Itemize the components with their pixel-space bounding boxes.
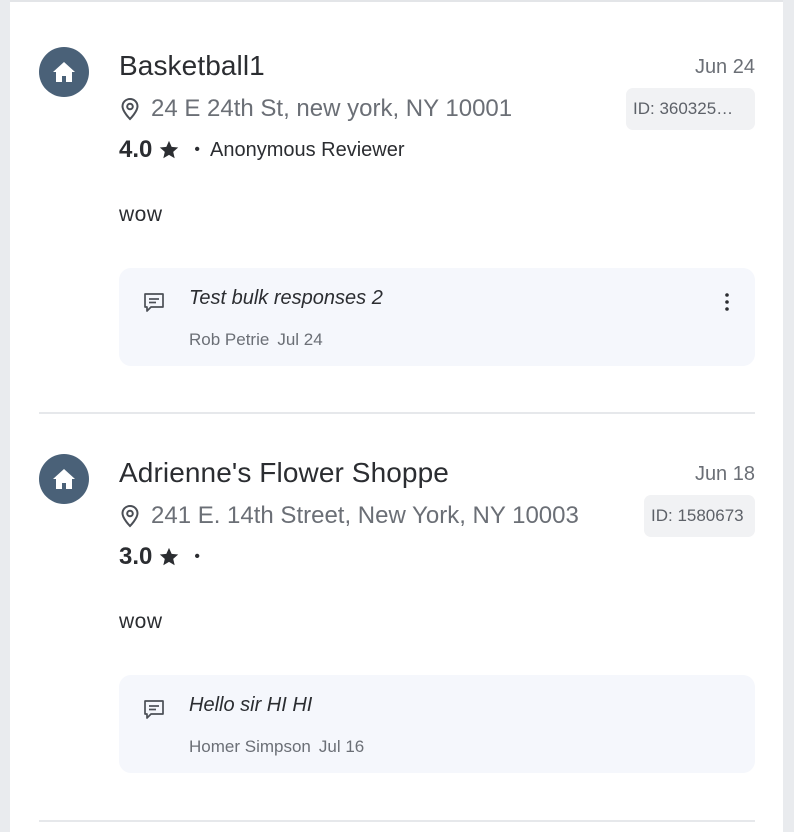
separator-dot: •: [194, 548, 200, 565]
rating-value: 3.0: [119, 543, 153, 570]
review-card: Adrienne's Flower Shoppe Jun 18 241 E. 1…: [10, 414, 783, 820]
response-box: Hello sir HI HI Homer Simpson Jul 16: [119, 675, 755, 773]
location-pin-icon: [121, 504, 139, 528]
review-date: Jun 24: [694, 56, 755, 78]
response-author: Rob Petrie: [189, 330, 270, 349]
comment-icon: [142, 698, 166, 727]
response-text: Hello sir HI HI: [189, 694, 313, 716]
response-meta: Rob Petrie Jul 24: [189, 330, 323, 350]
home-icon: [53, 469, 75, 489]
separator-dot: •: [194, 141, 200, 158]
star-icon: [158, 546, 180, 568]
business-avatar: [39, 47, 89, 97]
response-text: Test bulk responses 2: [189, 287, 383, 309]
response-meta: Homer Simpson Jul 16: [189, 737, 364, 757]
id-text: ID: 360325…: [633, 99, 734, 118]
location-pin-icon: [121, 97, 139, 121]
response-box: Test bulk responses 2 Rob Petrie Jul 24: [119, 268, 755, 366]
response-author: Homer Simpson: [189, 737, 311, 756]
comment-icon: [142, 291, 166, 320]
id-text: ID: 1580673: [651, 506, 744, 525]
divider: [39, 820, 755, 822]
reviews-panel: Basketball1 Jun 24 24 E 24th St, new yor…: [10, 0, 783, 832]
address-text: 24 E 24th St, new york, NY 10001: [151, 95, 513, 122]
kebab-menu-icon[interactable]: [717, 290, 737, 314]
review-text: wow: [119, 203, 163, 226]
id-badge[interactable]: ID: 1580673: [644, 495, 755, 537]
rating-row: 3.0 •: [119, 543, 210, 571]
business-name[interactable]: Adrienne's Flower Shoppe: [119, 457, 449, 489]
business-name[interactable]: Basketball1: [119, 50, 265, 82]
business-address: 24 E 24th St, new york, NY 10001: [119, 95, 512, 123]
review-text: wow: [119, 610, 163, 633]
business-address: 241 E. 14th Street, New York, NY 10003: [119, 502, 579, 530]
review-date: Jun 18: [694, 463, 755, 485]
response-date: Jul 24: [277, 330, 323, 349]
response-date: Jul 16: [318, 737, 365, 756]
home-icon: [53, 62, 75, 82]
rating-row: 4.0 • Anonymous Reviewer: [119, 136, 405, 164]
review-card: Basketball1 Jun 24 24 E 24th St, new yor…: [10, 2, 783, 414]
reviewer-name: Anonymous Reviewer: [209, 138, 405, 161]
business-avatar: [39, 454, 89, 504]
star-icon: [158, 139, 180, 161]
address-text: 241 E. 14th Street, New York, NY 10003: [151, 502, 579, 529]
id-badge[interactable]: ID: 360325…: [626, 88, 755, 130]
rating-value: 4.0: [119, 136, 153, 163]
